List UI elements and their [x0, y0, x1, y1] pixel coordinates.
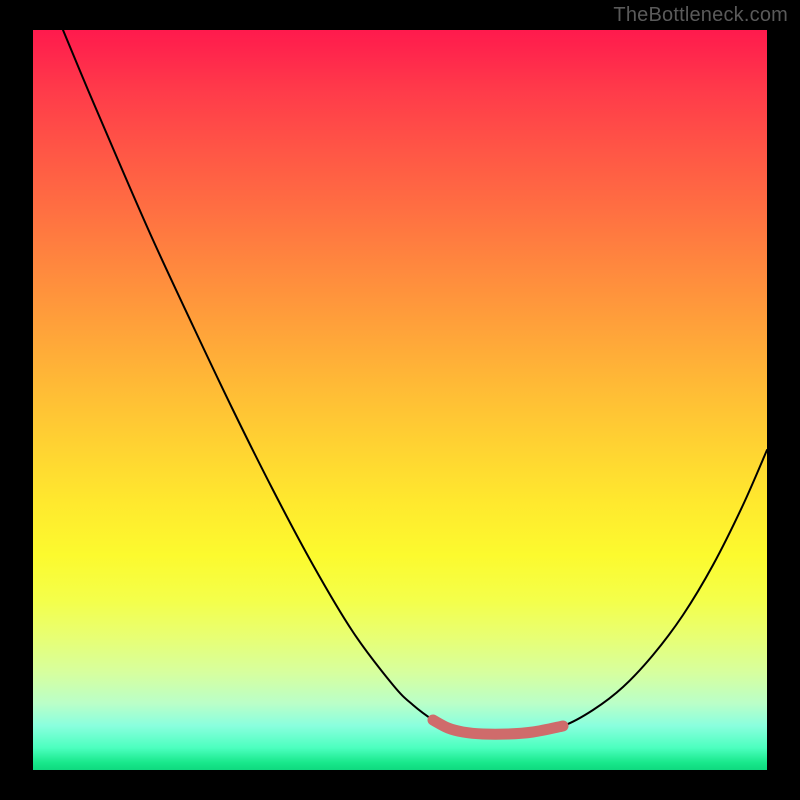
curve-line: [63, 30, 767, 734]
plot-area: [33, 30, 767, 770]
curve-highlight: [433, 720, 563, 734]
chart-frame: TheBottleneck.com: [0, 0, 800, 800]
watermark-text: TheBottleneck.com: [613, 4, 788, 27]
bottleneck-curve: [33, 30, 767, 770]
